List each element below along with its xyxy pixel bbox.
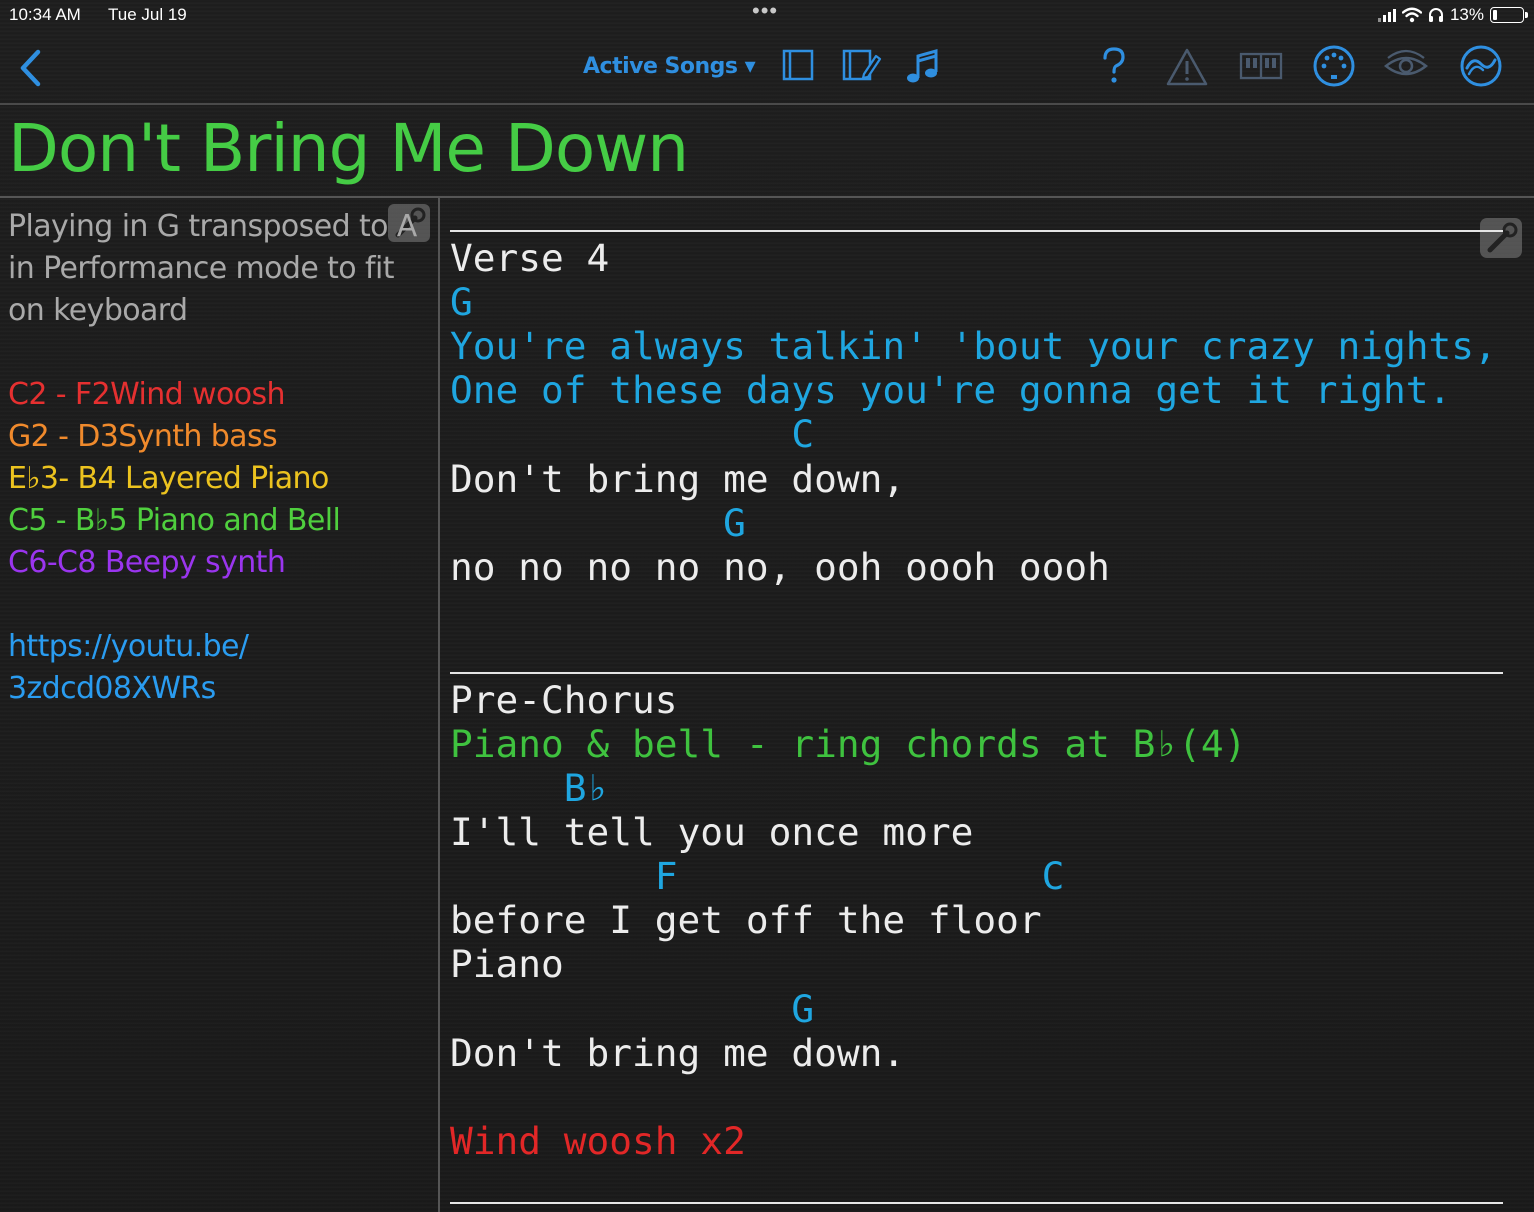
- performance-note: Wind woosh x2: [450, 1119, 746, 1163]
- song-title: Don't Bring Me Down: [8, 110, 689, 187]
- sync-icon[interactable]: [1459, 44, 1503, 88]
- song-notes: Playing in G transposed to A in Performa…: [8, 206, 433, 710]
- notes-intro-line: on keyboard: [8, 293, 188, 328]
- headphones-icon: [1428, 8, 1443, 22]
- chord-line: G: [450, 987, 815, 1031]
- eye-icon[interactable]: [1384, 44, 1428, 88]
- cellular-signal-icon: [1377, 8, 1396, 22]
- battery-percentage: 13%: [1449, 5, 1484, 24]
- section-heading-prechorus: Pre-Chorus: [450, 678, 678, 722]
- performance-note: Piano & bell - ring chords at B♭(4): [450, 722, 1247, 766]
- keyboard-zone-synth: C6-C8 Beepy synth: [8, 545, 286, 580]
- section-heading-verse: Verse 4: [450, 236, 610, 280]
- status-time: 10:34 AM: [9, 5, 81, 24]
- active-songs-dropdown[interactable]: Active Songs ▾: [583, 54, 756, 79]
- chord-line: F C: [450, 854, 1065, 898]
- lyric-line: Don't bring me down,: [450, 457, 906, 501]
- midi-icon[interactable]: [1312, 44, 1356, 88]
- chord-line: G: [450, 280, 473, 324]
- music-note-icon[interactable]: [900, 44, 944, 88]
- lyric-line: Don't bring me down.: [450, 1031, 906, 1075]
- edit-chart-button[interactable]: [1480, 218, 1522, 258]
- chord-chart-panel: Verse 4 G You're always talkin' 'bout yo…: [440, 198, 1534, 1212]
- toolbar: Active Songs ▾: [0, 30, 1534, 104]
- status-indicators: 13%: [1377, 4, 1528, 26]
- wrench-icon: [1487, 222, 1518, 253]
- section-rule: [450, 230, 1503, 232]
- lyric-line: You're always talkin' 'bout your crazy n…: [450, 324, 1497, 368]
- lyric-line: no no no no no, ooh oooh oooh: [450, 545, 1110, 589]
- status-date: Tue Jul 19: [108, 5, 187, 24]
- notes-intro-line: in Performance mode to fit: [8, 251, 394, 286]
- notes-panel: Playing in G transposed to A in Performa…: [0, 198, 438, 1212]
- help-icon[interactable]: [1092, 44, 1136, 88]
- lyric-line: One of these days you're gonna get it ri…: [450, 368, 1452, 412]
- youtube-link[interactable]: https://youtu.be/: [8, 626, 433, 668]
- section-rule: [450, 1202, 1503, 1204]
- toolbar-divider: [0, 103, 1534, 105]
- battery-icon: [1490, 7, 1528, 23]
- chord-line: C: [450, 412, 815, 456]
- back-chevron-icon[interactable]: [14, 48, 48, 88]
- lyric-line: Piano: [450, 942, 564, 986]
- warning-icon[interactable]: [1165, 44, 1209, 88]
- lyric-line: I'll tell you once more: [450, 810, 974, 854]
- chord-line: B♭: [450, 766, 610, 810]
- keyboard-zone-bell: C5 - B♭5 Piano and Bell: [8, 503, 341, 538]
- keyboard-zone-piano: E♭3- B4 Layered Piano: [8, 461, 329, 496]
- piano-keys-icon[interactable]: [1239, 44, 1283, 88]
- layout-icon[interactable]: [776, 44, 820, 88]
- notes-intro-line: Playing in G transposed to A: [8, 209, 417, 244]
- chord-line: G: [450, 501, 746, 545]
- edit-page-icon[interactable]: [838, 44, 882, 88]
- youtube-link[interactable]: 3zdcd08XWRs: [8, 668, 433, 710]
- lyric-line: before I get off the floor: [450, 898, 1042, 942]
- status-bar: 10:34 AM Tue Jul 19 ••• 13%: [0, 0, 1534, 30]
- keyboard-zone-bass: G2 - D3Synth bass: [8, 419, 278, 454]
- wifi-icon: [1401, 7, 1422, 23]
- section-rule: [450, 672, 1503, 674]
- keyboard-zone-wind: C2 - F2Wind woosh: [8, 377, 286, 412]
- multitasking-dots-icon[interactable]: •••: [752, 0, 778, 24]
